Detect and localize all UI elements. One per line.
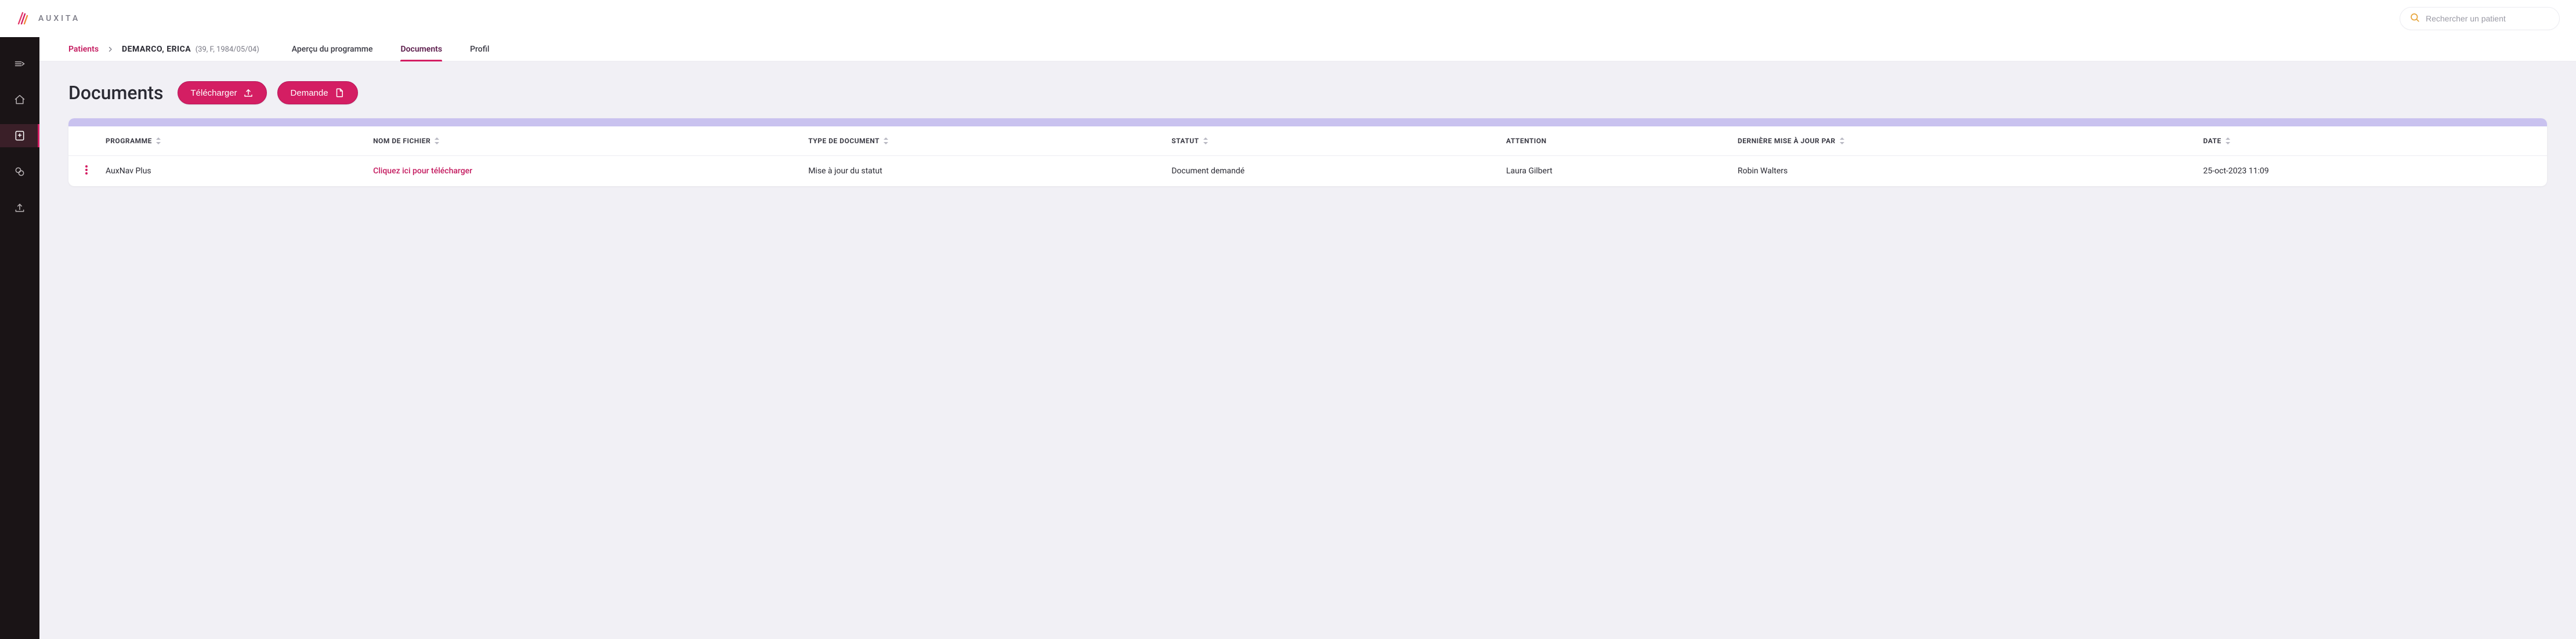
col-attention-header: ATTENTION (1499, 126, 1731, 156)
cell-doctype: Mise à jour du statut (801, 156, 1164, 187)
col-filename-header[interactable]: NOM DE FICHIER (366, 126, 801, 156)
rail-home[interactable] (0, 88, 39, 111)
expand-icon (14, 58, 26, 70)
col-program-header[interactable]: PROGRAMME (99, 126, 366, 156)
brand: AUXITA (16, 11, 80, 26)
request-button[interactable]: Demande (277, 81, 358, 104)
page-title-row: Documents Télécharger Demande (68, 81, 2547, 104)
col-actions-header (68, 126, 99, 156)
cell-attention: Laura Gilbert (1499, 156, 1731, 187)
card-accent (68, 118, 2547, 126)
sub-header: Patients DEMARCO, ERICA (39, F, 1984/05/… (39, 37, 2576, 61)
rail-upload[interactable] (0, 196, 39, 219)
col-date-label: DATE (2203, 137, 2221, 145)
upload-button[interactable]: Télécharger (178, 81, 267, 104)
cell-program: AuxNav Plus (99, 156, 366, 187)
tab-overview[interactable]: Aperçu du programme (292, 37, 373, 61)
col-doctype-header[interactable]: TYPE DE DOCUMENT (801, 126, 1164, 156)
sort-icon (155, 137, 161, 144)
rail-expand[interactable] (0, 52, 39, 75)
search-icon (2409, 12, 2420, 25)
breadcrumb-root[interactable]: Patients (68, 45, 99, 54)
top-bar: AUXITA (0, 0, 2576, 37)
page-title: Documents (68, 82, 164, 104)
rail-patients[interactable] (0, 124, 39, 147)
sort-icon (883, 137, 889, 144)
col-updatedby-label: DERNIÈRE MISE À JOUR PAR (1738, 137, 1836, 145)
col-program-label: PROGRAMME (106, 137, 152, 145)
upload-icon (14, 202, 26, 213)
upload-button-label: Télécharger (191, 88, 237, 98)
patients-icon (14, 130, 26, 141)
cell-status: Document demandé (1164, 156, 1499, 187)
tab-documents[interactable]: Documents (400, 37, 442, 61)
patient-search[interactable] (2400, 7, 2560, 30)
brand-name: AUXITA (38, 14, 80, 23)
upload-icon (243, 88, 254, 98)
row-actions-menu[interactable] (85, 165, 88, 177)
sort-icon (1839, 137, 1845, 144)
rail-meds[interactable] (0, 160, 39, 183)
cell-updatedby: Robin Walters (1731, 156, 2196, 187)
breadcrumb: Patients DEMARCO, ERICA (39, F, 1984/05/… (68, 45, 259, 54)
table-row: AuxNav Plus Cliquez ici pour télécharger… (68, 156, 2547, 187)
chevron-right-icon (107, 46, 114, 53)
cell-filename-link[interactable]: Cliquez ici pour télécharger (366, 156, 801, 187)
col-status-header[interactable]: STATUT (1164, 126, 1499, 156)
home-icon (14, 94, 26, 106)
col-date-header[interactable]: DATE (2196, 126, 2547, 156)
breadcrumb-patient: DEMARCO, ERICA (39, F, 1984/05/04) (122, 45, 259, 54)
tab-profile[interactable]: Profil (470, 37, 489, 61)
document-icon (334, 88, 345, 98)
breadcrumb-patient-name: DEMARCO, ERICA (122, 45, 191, 54)
col-doctype-label: TYPE DE DOCUMENT (808, 137, 880, 145)
patient-search-input[interactable] (2426, 14, 2550, 23)
main-area: Patients DEMARCO, ERICA (39, F, 1984/05/… (39, 37, 2576, 639)
documents-table: PROGRAMME NOM DE FICHIER (68, 126, 2547, 186)
meds-icon (14, 166, 26, 177)
col-updatedby-header[interactable]: DERNIÈRE MISE À JOUR PAR (1731, 126, 2196, 156)
content: Documents Télécharger Demande (39, 61, 2576, 209)
sort-icon (2225, 137, 2231, 144)
breadcrumb-patient-meta: (39, F, 1984/05/04) (196, 45, 259, 54)
col-attention-label: ATTENTION (1506, 137, 1547, 145)
sort-icon (1203, 137, 1209, 144)
col-status-label: STATUT (1171, 137, 1199, 145)
brand-logo-icon (16, 11, 31, 26)
left-rail (0, 37, 39, 639)
cell-date: 25-oct-2023 11:09 (2196, 156, 2547, 187)
documents-table-card: PROGRAMME NOM DE FICHIER (68, 118, 2547, 186)
tabs: Aperçu du programme Documents Profil (292, 37, 490, 61)
request-button-label: Demande (291, 88, 328, 98)
col-filename-label: NOM DE FICHIER (373, 137, 430, 145)
dots-vertical-icon (85, 165, 88, 177)
sort-icon (434, 137, 440, 144)
